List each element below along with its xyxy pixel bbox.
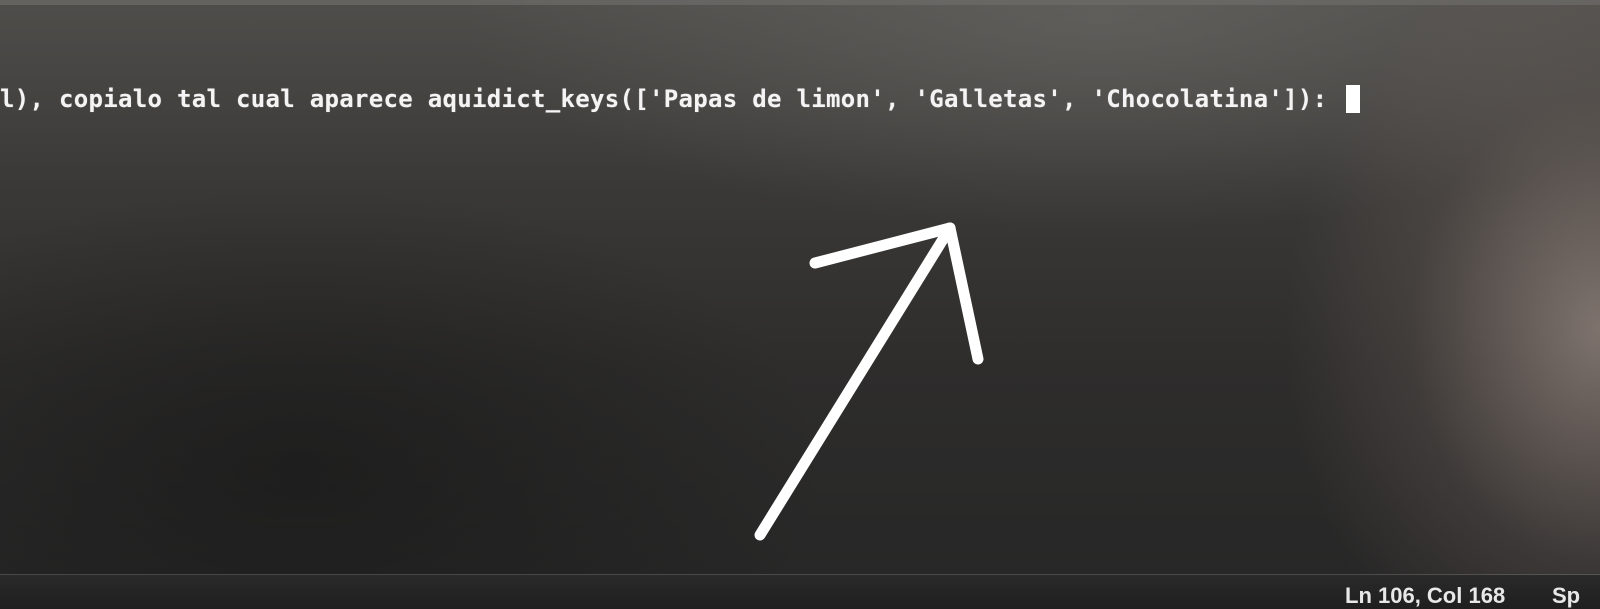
status-bar: Ln 106, Col 168 Sp bbox=[0, 575, 1600, 609]
text-cursor bbox=[1346, 85, 1361, 113]
terminal-screen: l), copialo tal cual aparece aquidict_ke… bbox=[0, 0, 1600, 609]
terminal-line-text: l), copialo tal cual aparece aquidict_ke… bbox=[0, 85, 1343, 113]
terminal-output-line[interactable]: l), copialo tal cual aparece aquidict_ke… bbox=[0, 84, 1361, 114]
cursor-position-indicator[interactable]: Ln 106, Col 168 bbox=[1345, 583, 1505, 609]
indentation-indicator[interactable]: Sp bbox=[1552, 583, 1580, 609]
window-top-edge bbox=[0, 0, 1600, 5]
